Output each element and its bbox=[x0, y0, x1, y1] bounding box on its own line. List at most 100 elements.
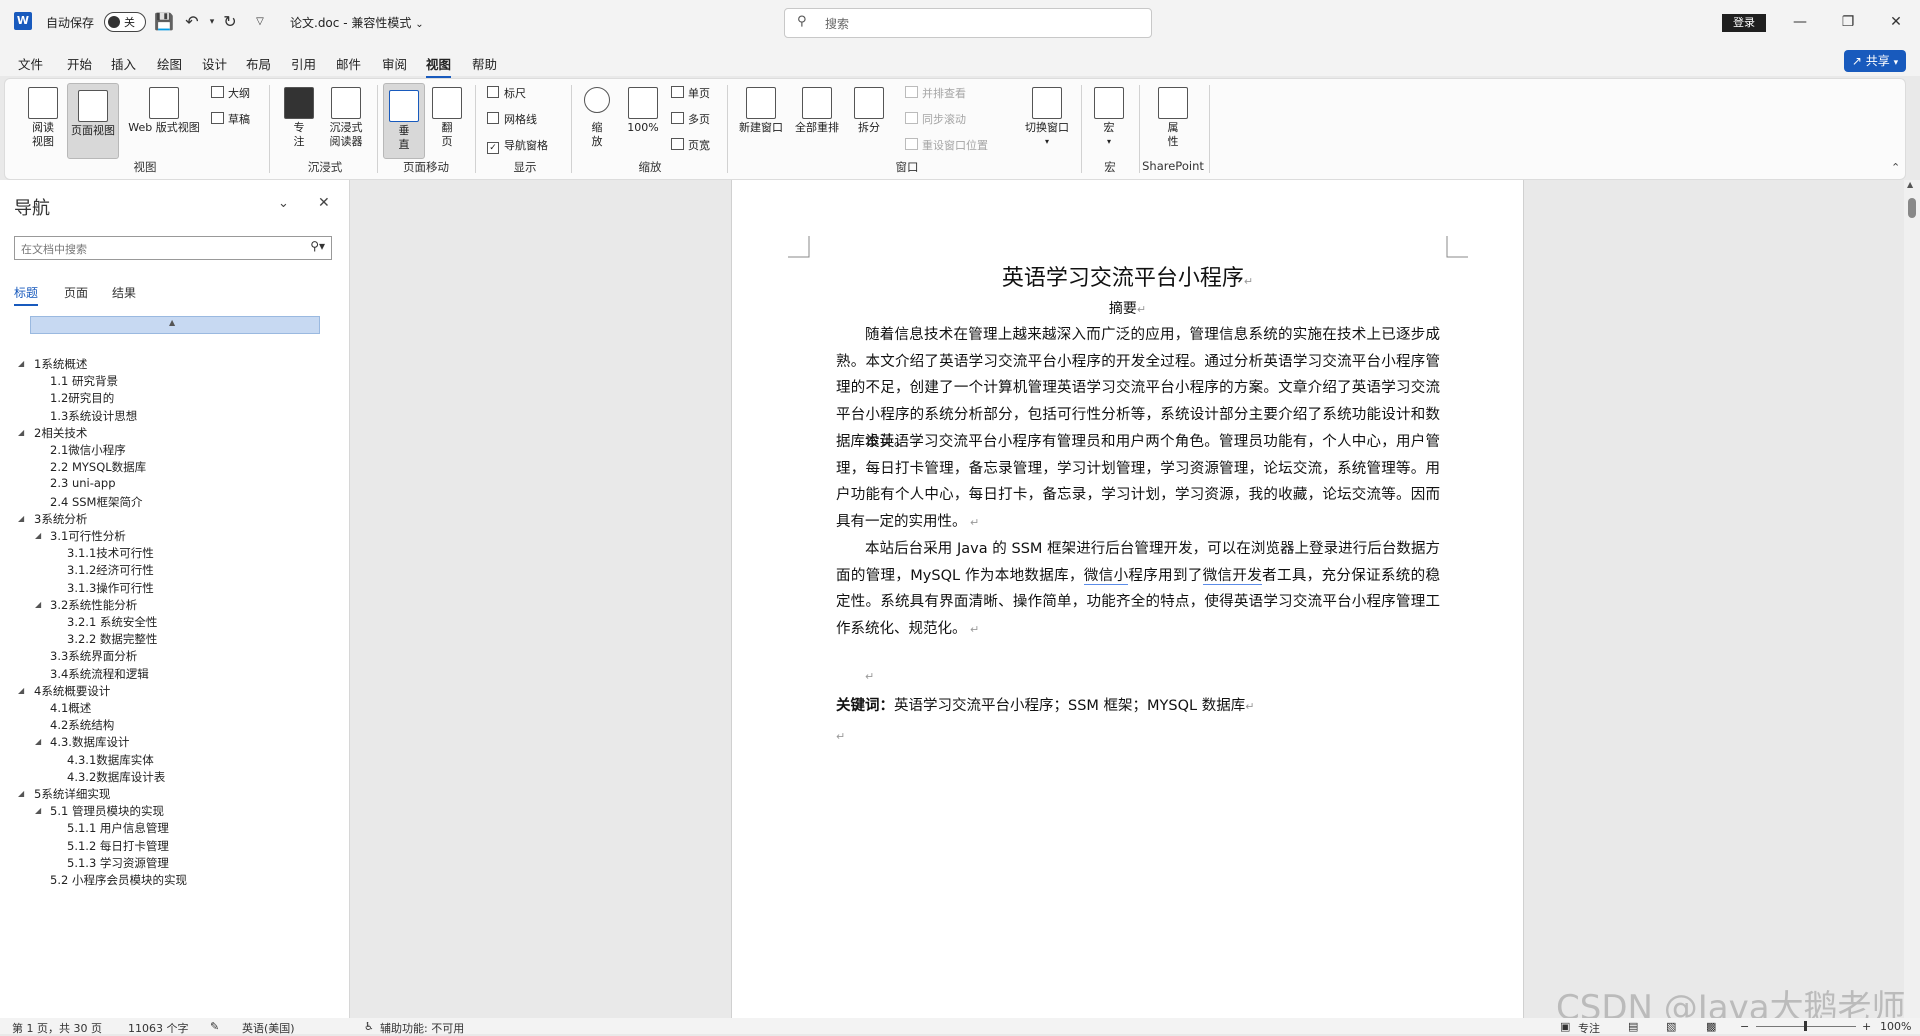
print-layout-button[interactable]: 页面视图 bbox=[67, 83, 119, 159]
restore-icon[interactable]: ❐ bbox=[1836, 12, 1860, 32]
save-icon[interactable]: 💾 bbox=[154, 12, 174, 32]
new-window-button[interactable]: 新建窗口 bbox=[735, 87, 787, 135]
nav-heading-item[interactable]: 3.3系统界面分析 bbox=[50, 648, 137, 664]
expand-toggle-icon[interactable]: ◢ bbox=[35, 531, 41, 540]
login-button[interactable]: 登录 bbox=[1722, 14, 1766, 32]
immersive-reader-button[interactable]: 沉浸式 阅读器 bbox=[321, 87, 371, 149]
nav-heading-selected[interactable]: ▲ bbox=[30, 316, 320, 334]
nav-heading-item[interactable]: 4系统概要设计 bbox=[34, 683, 110, 699]
tab-file[interactable]: 文件 bbox=[18, 54, 43, 73]
scroll-up-icon[interactable]: ▲ bbox=[1907, 180, 1913, 189]
nav-heading-item[interactable]: 1.3系统设计思想 bbox=[50, 408, 137, 424]
nav-heading-item[interactable]: 5.1.2 每日打卡管理 bbox=[67, 838, 169, 854]
nav-heading-item[interactable]: 3系统分析 bbox=[34, 511, 87, 527]
nav-heading-item[interactable]: 4.2系统结构 bbox=[50, 717, 114, 733]
tab-references[interactable]: 引用 bbox=[291, 54, 316, 73]
nav-search-input[interactable]: 在文档中搜索 ⚲▾ bbox=[14, 236, 332, 260]
web-layout-button[interactable]: Web 版式视图 bbox=[123, 87, 205, 135]
expand-toggle-icon[interactable]: ◢ bbox=[35, 806, 41, 815]
undo-dropdown-icon[interactable]: ▾ bbox=[202, 12, 222, 32]
nav-tab-pages[interactable]: 页面 bbox=[64, 284, 88, 301]
expand-toggle-icon[interactable]: ◢ bbox=[35, 737, 41, 746]
focus-mode-icon[interactable]: ▣ bbox=[1560, 1020, 1570, 1033]
vertical-button[interactable]: 垂 直 bbox=[383, 83, 425, 159]
nav-heading-item[interactable]: 4.3.2数据库设计表 bbox=[67, 769, 165, 785]
draft-button[interactable]: 草稿 bbox=[211, 111, 250, 129]
nav-heading-item[interactable]: 2.2 MYSQL数据库 bbox=[50, 459, 146, 475]
tab-mailings[interactable]: 邮件 bbox=[336, 54, 361, 73]
arrange-all-button[interactable]: 全部重排 bbox=[791, 87, 843, 135]
nav-tab-results[interactable]: 结果 bbox=[112, 284, 136, 301]
document-name[interactable]: 论文.doc - 兼容性模式 ⌄ bbox=[290, 14, 424, 31]
nav-heading-item[interactable]: 5.1.1 用户信息管理 bbox=[67, 820, 169, 836]
nav-heading-item[interactable]: 2相关技术 bbox=[34, 425, 87, 441]
macros-button[interactable]: 宏 ▾ bbox=[1091, 87, 1127, 149]
search-box[interactable]: ⚲ 搜索 bbox=[784, 8, 1152, 38]
expand-toggle-icon[interactable]: ◢ bbox=[18, 789, 24, 798]
nav-heading-item[interactable]: 3.4系统流程和逻辑 bbox=[50, 666, 149, 682]
reset-position-button[interactable]: 重设窗口位置 bbox=[905, 137, 988, 155]
outline-button[interactable]: 大纲 bbox=[211, 85, 250, 103]
nav-heading-item[interactable]: 5系统详细实现 bbox=[34, 786, 110, 802]
tab-help[interactable]: 帮助 bbox=[472, 54, 497, 73]
one-page-button[interactable]: 单页 bbox=[671, 85, 710, 103]
expand-toggle-icon[interactable]: ◢ bbox=[18, 514, 24, 523]
nav-heading-item[interactable]: 3.1.2经济可行性 bbox=[67, 562, 154, 578]
nav-heading-item[interactable]: 2.3 uni-app bbox=[50, 476, 116, 490]
search-icon[interactable]: ⚲▾ bbox=[310, 239, 325, 253]
undo-icon[interactable]: ↶ bbox=[182, 12, 202, 32]
web-layout-status-icon[interactable]: ▩ bbox=[1706, 1020, 1716, 1033]
page-width-button[interactable]: 页宽 bbox=[671, 137, 710, 155]
tab-layout[interactable]: 布局 bbox=[246, 54, 271, 73]
print-layout-status-icon[interactable]: ▧ bbox=[1666, 1020, 1676, 1033]
focus-button[interactable]: 专 注 bbox=[281, 87, 317, 149]
zoom-in-icon[interactable]: + bbox=[1862, 1020, 1871, 1033]
nav-tab-headings[interactable]: 标题 bbox=[14, 284, 39, 306]
document-page[interactable]: 英语学习交流平台小程序↵ 摘要↵ 随着信息技术在管理上越来越深入而广泛的应用，管… bbox=[731, 180, 1524, 1018]
nav-heading-item[interactable]: 3.2.1 系统安全性 bbox=[67, 614, 157, 630]
read-mode-button[interactable]: 阅读 视图 bbox=[21, 87, 65, 149]
close-window-icon[interactable]: ✕ bbox=[1884, 12, 1908, 32]
tab-draw[interactable]: 绘图 bbox=[157, 54, 182, 73]
tab-design[interactable]: 设计 bbox=[202, 54, 227, 73]
nav-options-icon[interactable]: ⌄ bbox=[278, 196, 289, 211]
gridlines-checkbox[interactable]: 网格线 bbox=[487, 111, 537, 129]
nav-heading-item[interactable]: 1.2研究目的 bbox=[50, 390, 114, 406]
close-icon[interactable]: ✕ bbox=[318, 195, 330, 211]
zoom-percent[interactable]: 100% bbox=[1880, 1020, 1911, 1033]
collapse-ribbon-icon[interactable]: ⌃ bbox=[1891, 161, 1900, 174]
minimize-icon[interactable]: — bbox=[1788, 12, 1812, 32]
nav-heading-item[interactable]: 3.2.2 数据完整性 bbox=[67, 631, 157, 647]
expand-toggle-icon[interactable]: ◢ bbox=[35, 600, 41, 609]
zoom-out-icon[interactable]: − bbox=[1740, 1020, 1749, 1033]
tab-review[interactable]: 审阅 bbox=[382, 54, 407, 73]
zoom-100-button[interactable]: 100% bbox=[623, 87, 663, 135]
nav-heading-item[interactable]: 5.2 小程序会员模块的实现 bbox=[50, 872, 187, 888]
nav-heading-item[interactable]: 3.1.3操作可行性 bbox=[67, 580, 154, 596]
nav-heading-item[interactable]: 4.1概述 bbox=[50, 700, 91, 716]
nav-heading-item[interactable]: 3.1可行性分析 bbox=[50, 528, 126, 544]
nav-heading-item[interactable]: 2.1微信小程序 bbox=[50, 442, 126, 458]
nav-heading-item[interactable]: 4.3.数据库设计 bbox=[50, 734, 129, 750]
nav-heading-item[interactable]: 4.3.1数据库实体 bbox=[67, 752, 154, 768]
nav-heading-item[interactable]: 1系统概述 bbox=[34, 356, 87, 372]
zoom-slider-handle[interactable] bbox=[1804, 1021, 1807, 1031]
properties-button[interactable]: 属 性 bbox=[1153, 87, 1193, 149]
nav-heading-item[interactable]: 5.1.3 学习资源管理 bbox=[67, 855, 169, 871]
autosave-toggle[interactable]: 关 bbox=[104, 12, 146, 32]
scroll-thumb[interactable] bbox=[1908, 198, 1916, 218]
tab-home[interactable]: 开始 bbox=[67, 54, 92, 73]
multiple-pages-button[interactable]: 多页 bbox=[671, 111, 710, 129]
split-button[interactable]: 拆分 bbox=[851, 87, 887, 135]
redo-icon[interactable]: ↻ bbox=[220, 12, 240, 32]
nav-heading-item[interactable]: 1.1 研究背景 bbox=[50, 373, 118, 389]
sync-scroll-button[interactable]: 同步滚动 bbox=[905, 111, 966, 129]
side-to-side-button[interactable]: 翻 页 bbox=[429, 87, 465, 149]
expand-toggle-icon[interactable]: ◢ bbox=[18, 359, 24, 368]
nav-heading-item[interactable]: 3.2系统性能分析 bbox=[50, 597, 137, 613]
share-button[interactable]: ↗ 共享 ▾ bbox=[1844, 50, 1906, 72]
navpane-checkbox[interactable]: ✓ 导航窗格 bbox=[487, 137, 548, 155]
nav-heading-item[interactable]: 3.1.1技术可行性 bbox=[67, 545, 154, 561]
nav-heading-item[interactable]: 2.4 SSM框架简介 bbox=[50, 494, 142, 510]
ruler-checkbox[interactable]: 标尺 bbox=[487, 85, 526, 103]
